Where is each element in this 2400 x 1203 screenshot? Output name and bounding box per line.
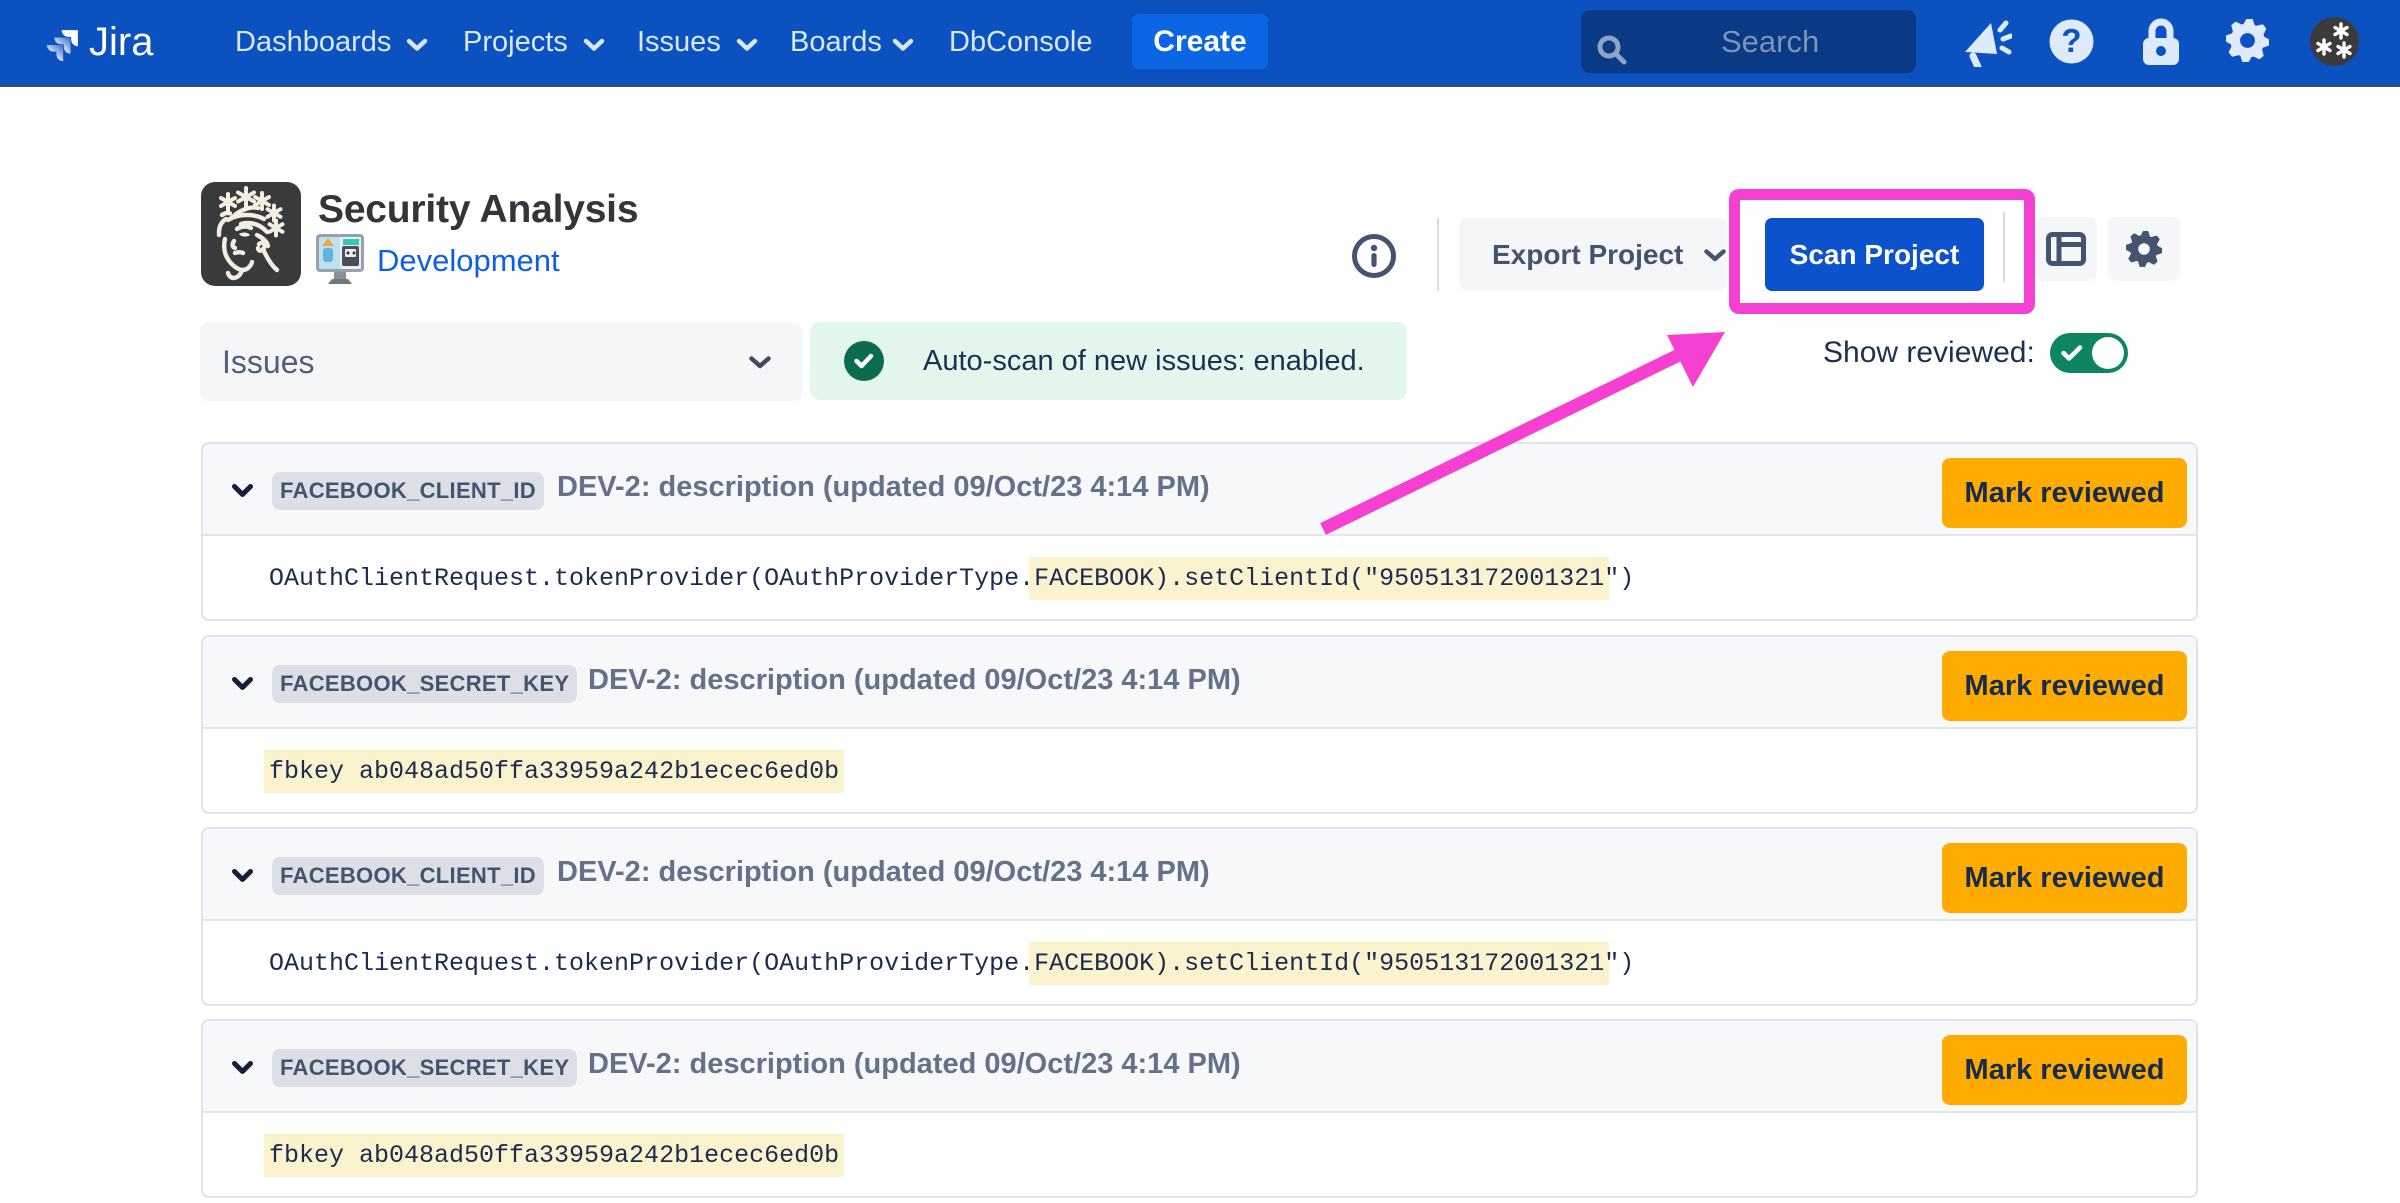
svg-text:?: ? (2061, 22, 2081, 59)
